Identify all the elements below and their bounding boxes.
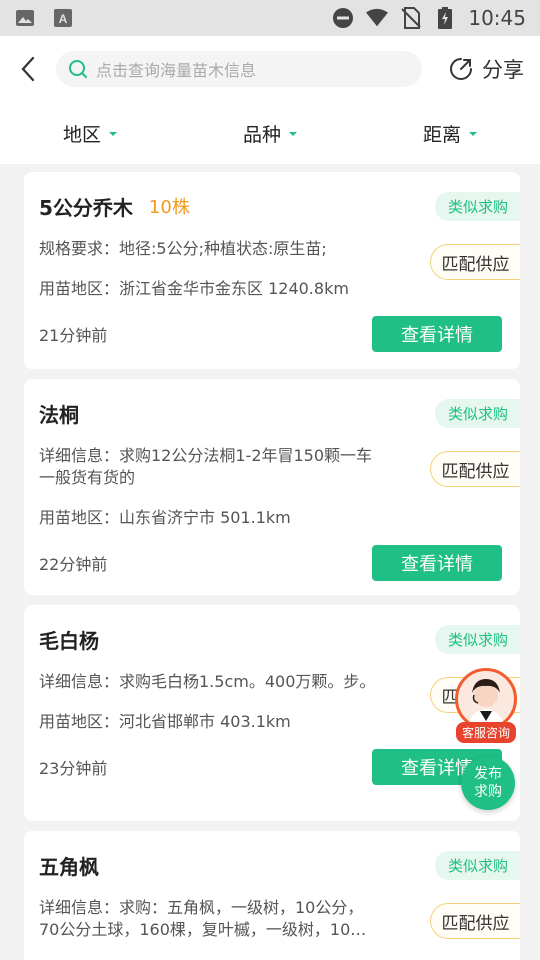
match-supply-button[interactable]: 匹配供应 xyxy=(430,903,520,939)
svg-text:A: A xyxy=(59,12,68,26)
font-icon: A xyxy=(52,7,74,29)
top-bar: 点击查询海量苗木信息 分享 xyxy=(0,36,540,102)
gallery-icon xyxy=(14,7,36,29)
match-supply-button[interactable]: 匹配供应 xyxy=(430,451,520,487)
share-label: 分享 xyxy=(482,58,524,82)
demand-card[interactable]: 5公分乔木 10株 类似求购 规格要求：地径:5公分;种植状态:原生苗; 匹配供… xyxy=(24,172,520,369)
wifi-icon xyxy=(366,7,389,29)
card-title: 五角枫 xyxy=(39,854,99,879)
similar-tag[interactable]: 类似求购 xyxy=(434,192,520,221)
card-title: 法桐 xyxy=(39,402,79,427)
caret-down-icon xyxy=(469,132,477,136)
filter-label: 品种 xyxy=(242,123,281,146)
demand-card[interactable]: 毛白杨 类似求购 详细信息：求购毛白杨1.5cm。400万颗。步。 匹配供应 用… xyxy=(24,605,520,821)
search-input[interactable]: 点击查询海量苗木信息 xyxy=(56,51,422,87)
chevron-left-icon xyxy=(21,56,35,82)
customer-service-button[interactable]: 客服咨询 xyxy=(452,668,520,743)
card-title: 毛白杨 xyxy=(39,628,99,653)
share-button[interactable]: 分享 xyxy=(448,54,524,84)
status-bar: A 10:45 xyxy=(0,0,540,36)
card-time: 23分钟前 xyxy=(39,759,108,778)
customer-service-avatar xyxy=(455,668,517,730)
card-time: 22分钟前 xyxy=(39,555,108,574)
demand-card[interactable]: 法桐 类似求购 详细信息：求购12公分法桐1-2年冒150颗一车一般货有货的 匹… xyxy=(24,379,520,595)
view-detail-button[interactable]: 查看详情 xyxy=(372,316,502,352)
card-quantity: 10株 xyxy=(148,197,190,218)
match-supply-button[interactable]: 匹配供应 xyxy=(430,244,520,280)
publish-label-line2: 求购 xyxy=(474,784,502,800)
similar-tag[interactable]: 类似求购 xyxy=(434,399,520,428)
filter-label: 距离 xyxy=(422,123,461,146)
search-placeholder: 点击查询海量苗木信息 xyxy=(96,61,257,80)
no-sim-icon xyxy=(400,7,422,29)
card-region: 用苗地区：河北省邯郸市 403.1km xyxy=(39,712,291,731)
clock: 10:45 xyxy=(468,6,526,30)
battery-charging-icon xyxy=(434,7,456,29)
card-time: 21分钟前 xyxy=(39,326,108,345)
card-title: 5公分乔木 xyxy=(39,195,133,220)
share-icon xyxy=(448,56,474,82)
card-region: 用苗地区：山东省济宁市 501.1km xyxy=(39,508,291,527)
caret-down-icon xyxy=(289,132,297,136)
filter-bar: 地区 品种 距离 xyxy=(0,102,540,164)
demand-list: 5公分乔木 10株 类似求购 规格要求：地径:5公分;种植状态:原生苗; 匹配供… xyxy=(24,172,520,960)
caret-down-icon xyxy=(109,132,117,136)
view-detail-button[interactable]: 查看详情 xyxy=(372,545,502,581)
demand-card[interactable]: 五角枫 类似求购 详细信息：求购：五角枫，一级树，10公分，70公分土球，160… xyxy=(24,831,520,960)
card-region: 用苗地区：浙江省金华市金东区 1240.8km xyxy=(39,279,349,298)
publish-demand-button[interactable]: 发布 求购 xyxy=(461,756,515,810)
filter-variety[interactable]: 品种 xyxy=(180,120,360,147)
customer-service-label: 客服咨询 xyxy=(455,722,516,743)
search-icon xyxy=(69,60,87,78)
similar-tag[interactable]: 类似求购 xyxy=(434,625,520,654)
publish-label-line1: 发布 xyxy=(474,766,502,782)
filter-region[interactable]: 地区 xyxy=(0,120,180,147)
do-not-disturb-icon xyxy=(332,7,354,29)
back-button[interactable] xyxy=(16,54,40,84)
filter-label: 地区 xyxy=(62,123,101,146)
similar-tag[interactable]: 类似求购 xyxy=(434,851,520,880)
filter-distance[interactable]: 距离 xyxy=(360,120,540,147)
